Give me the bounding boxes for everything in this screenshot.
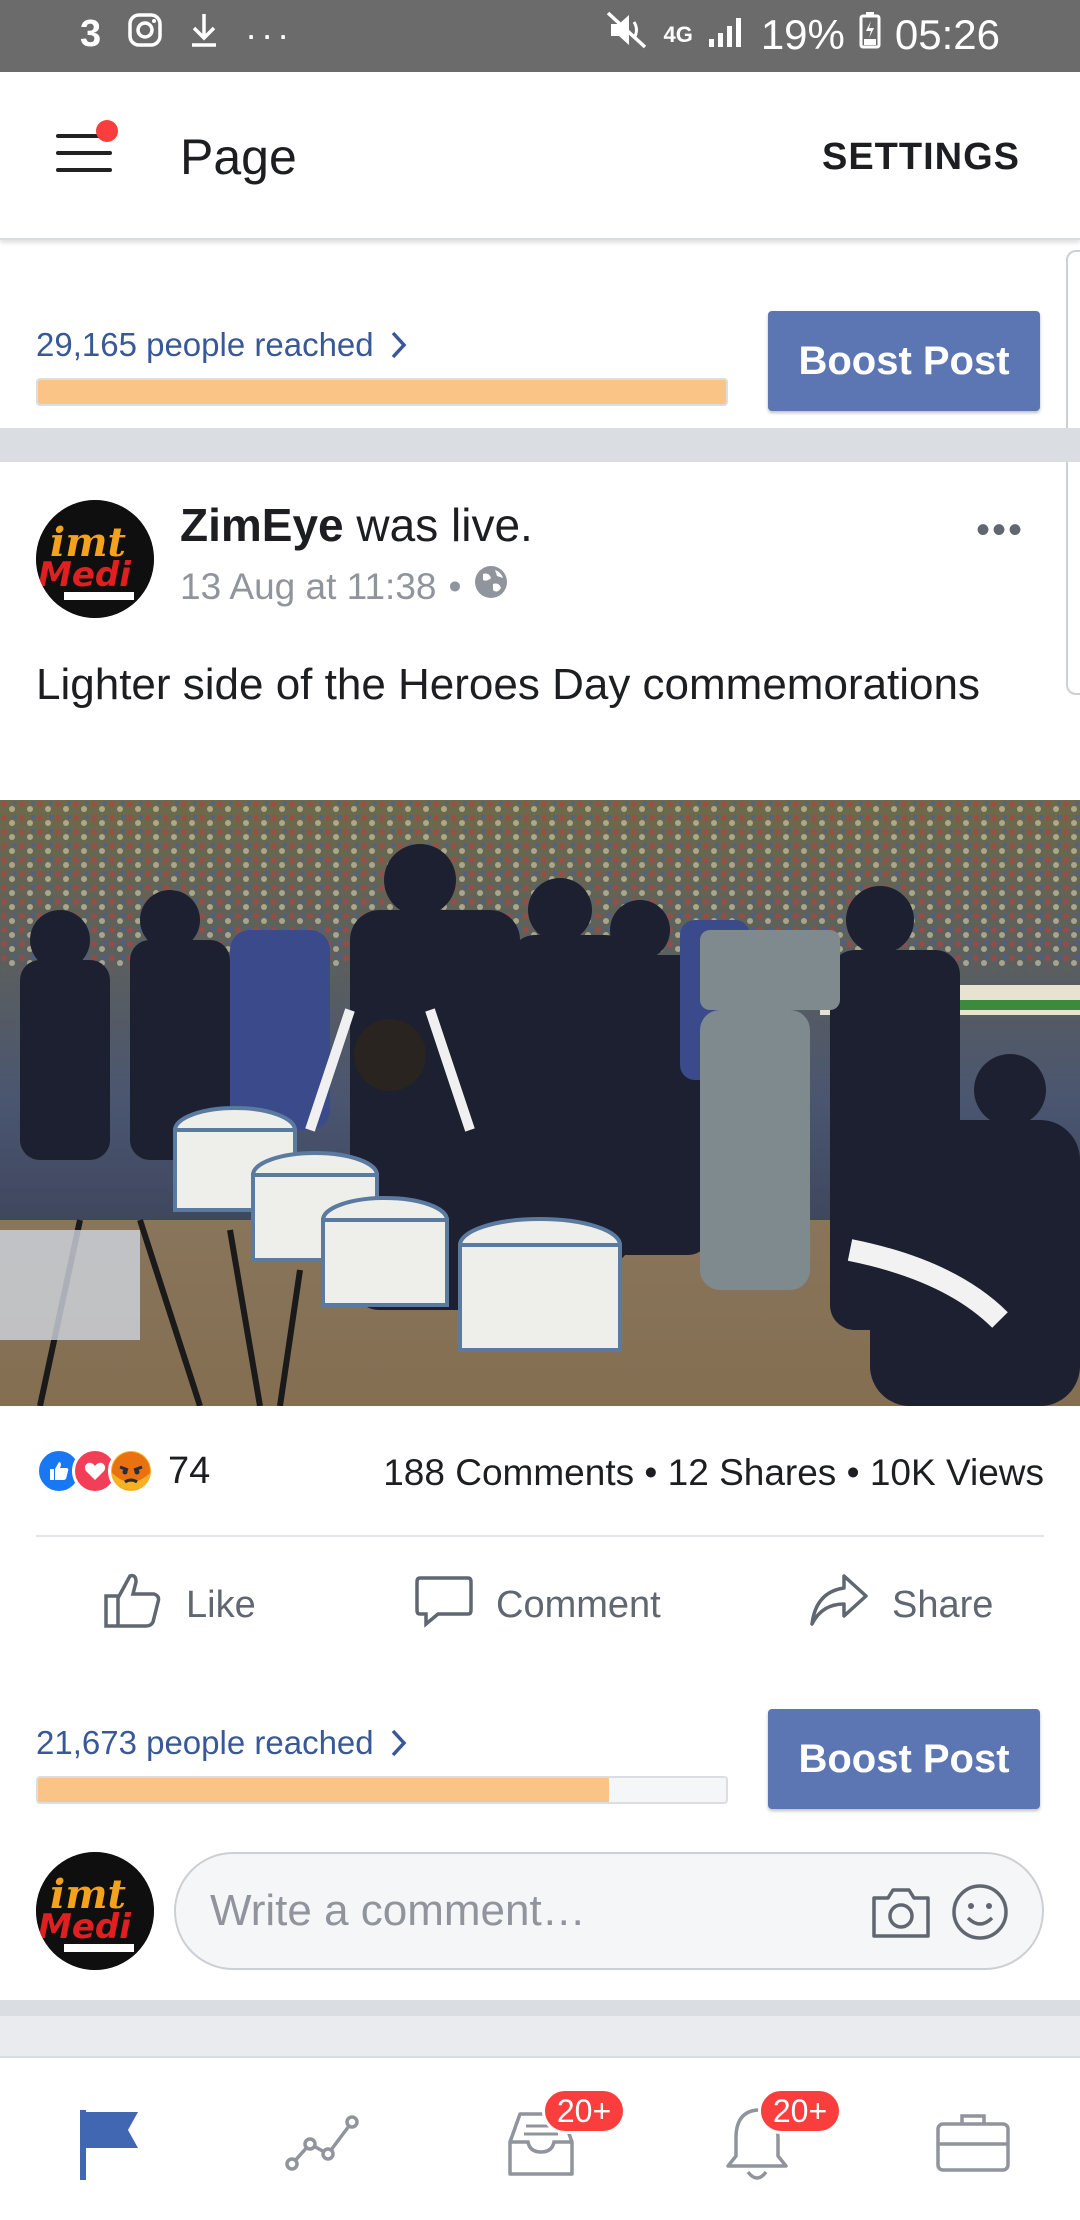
more-options-icon[interactable]: ••• (976, 508, 1024, 553)
post-author-name[interactable]: ZimEye (180, 499, 344, 551)
like-label: Like (186, 1583, 256, 1626)
signal-icon (707, 11, 747, 59)
post-boost-button[interactable]: Boost Post (768, 1709, 1040, 1809)
post-meta: 13 Aug at 11:38 • (180, 564, 509, 609)
carrier-3-icon: 3 (80, 13, 102, 55)
boost-post-button[interactable]: Boost Post (768, 311, 1040, 411)
reach-progress-bar (36, 378, 728, 406)
people-reached-link[interactable]: 29,165 people reached (36, 326, 409, 364)
post-people-reached-link[interactable]: 21,673 people reached (36, 1724, 409, 1762)
post-reach-progress-bar (36, 1776, 728, 1804)
notification-dot (96, 120, 118, 142)
stats-divider (36, 1535, 1044, 1537)
shares-count[interactable]: 12 Shares (668, 1452, 837, 1493)
emoji-icon[interactable] (950, 1882, 1010, 1947)
comment-composer: imt Medi Write a comment… (0, 1850, 1080, 1970)
section-divider (0, 2000, 1080, 2016)
battery-percent: 19% (760, 11, 845, 58)
network-type-label: 4G (663, 22, 693, 47)
tab-page-flag[interactable] (64, 2098, 154, 2188)
comment-input[interactable]: Write a comment… (174, 1852, 1044, 1970)
bell-icon (712, 2108, 802, 2192)
reach-progress-fill (38, 380, 726, 404)
page-avatar[interactable]: imt Medi (36, 500, 154, 618)
chevron-right-icon (383, 1724, 409, 1761)
post-stats: 74 188 Comments • 12 Shares • 10K Views (36, 1444, 1044, 1504)
section-divider (0, 428, 1080, 462)
more-notifications-icon: ··· (245, 13, 294, 55)
flag-icon (64, 2110, 154, 2192)
comments-count[interactable]: 188 Comments (383, 1452, 634, 1493)
views-count[interactable]: 10K Views (870, 1452, 1044, 1493)
inbox-badge: 20+ (542, 2088, 626, 2134)
briefcase-icon (928, 2114, 1018, 2192)
comment-button[interactable]: Comment (414, 1570, 661, 1640)
reach-progress-fill (38, 1778, 610, 1802)
people-reached-text: 21,673 people reached (36, 1724, 374, 1761)
post-action-text: was live. (343, 499, 533, 551)
share-label: Share (892, 1583, 994, 1626)
live-video-thumbnail[interactable] (0, 800, 1080, 1406)
mute-icon (605, 10, 649, 60)
post-timestamp[interactable]: 13 Aug at 11:38 (180, 566, 437, 608)
download-icon (189, 12, 219, 57)
angry-reaction-icon (108, 1448, 154, 1494)
tab-insights[interactable] (280, 2098, 370, 2188)
people-reached-text: 29,165 people reached (36, 326, 374, 363)
settings-button[interactable]: SETTINGS (822, 136, 1020, 179)
comment-placeholder: Write a comment… (210, 1886, 586, 1935)
stats-separator: • (846, 1452, 860, 1493)
comment-bubble-icon (414, 1570, 474, 1640)
scroll-indicator (1066, 250, 1080, 695)
svg-text:Medi: Medi (38, 1907, 132, 1947)
thumbs-up-icon (102, 1570, 164, 1640)
commenter-avatar: imt Medi (36, 1852, 154, 1970)
tab-notifications[interactable]: 20+ (712, 2088, 842, 2188)
comment-label: Comment (496, 1583, 661, 1626)
inbox-tray-icon (496, 2112, 586, 2192)
camera-icon[interactable] (870, 1884, 932, 1945)
status-bar: 3 ··· 4G 19% 05:26 (0, 0, 1080, 72)
battery-icon (859, 11, 881, 59)
app-bar: Page SETTINGS (0, 72, 1080, 240)
reactions-summary[interactable]: 74 (36, 1448, 210, 1494)
meta-separator: • (448, 565, 462, 607)
page-title: Page (180, 129, 297, 185)
like-button[interactable]: Like (102, 1570, 256, 1640)
post-text: Lighter side of the Heroes Day commemora… (36, 660, 980, 709)
clock: 05:26 (894, 11, 1000, 58)
chevron-right-icon (383, 326, 409, 363)
bottom-tab-bar: 20+ 20+ (0, 2056, 1080, 2220)
tab-inbox[interactable]: 20+ (496, 2088, 626, 2188)
post-author-line: ZimEye was live. (180, 498, 533, 552)
tab-tools[interactable] (928, 2098, 1018, 2188)
notifications-badge: 20+ (758, 2088, 842, 2134)
svg-text:Medi: Medi (38, 555, 132, 595)
instagram-icon (127, 12, 163, 57)
share-button[interactable]: Share (808, 1570, 993, 1640)
share-arrow-icon (808, 1570, 870, 1640)
feed-gap (0, 2016, 1080, 2056)
reactions-count: 74 (168, 1449, 211, 1492)
stats-separator: • (644, 1452, 658, 1493)
insights-graph-icon (280, 2115, 370, 2192)
engagement-stats: 188 Comments • 12 Shares • 10K Views (383, 1452, 1044, 1494)
globe-icon (473, 564, 509, 609)
